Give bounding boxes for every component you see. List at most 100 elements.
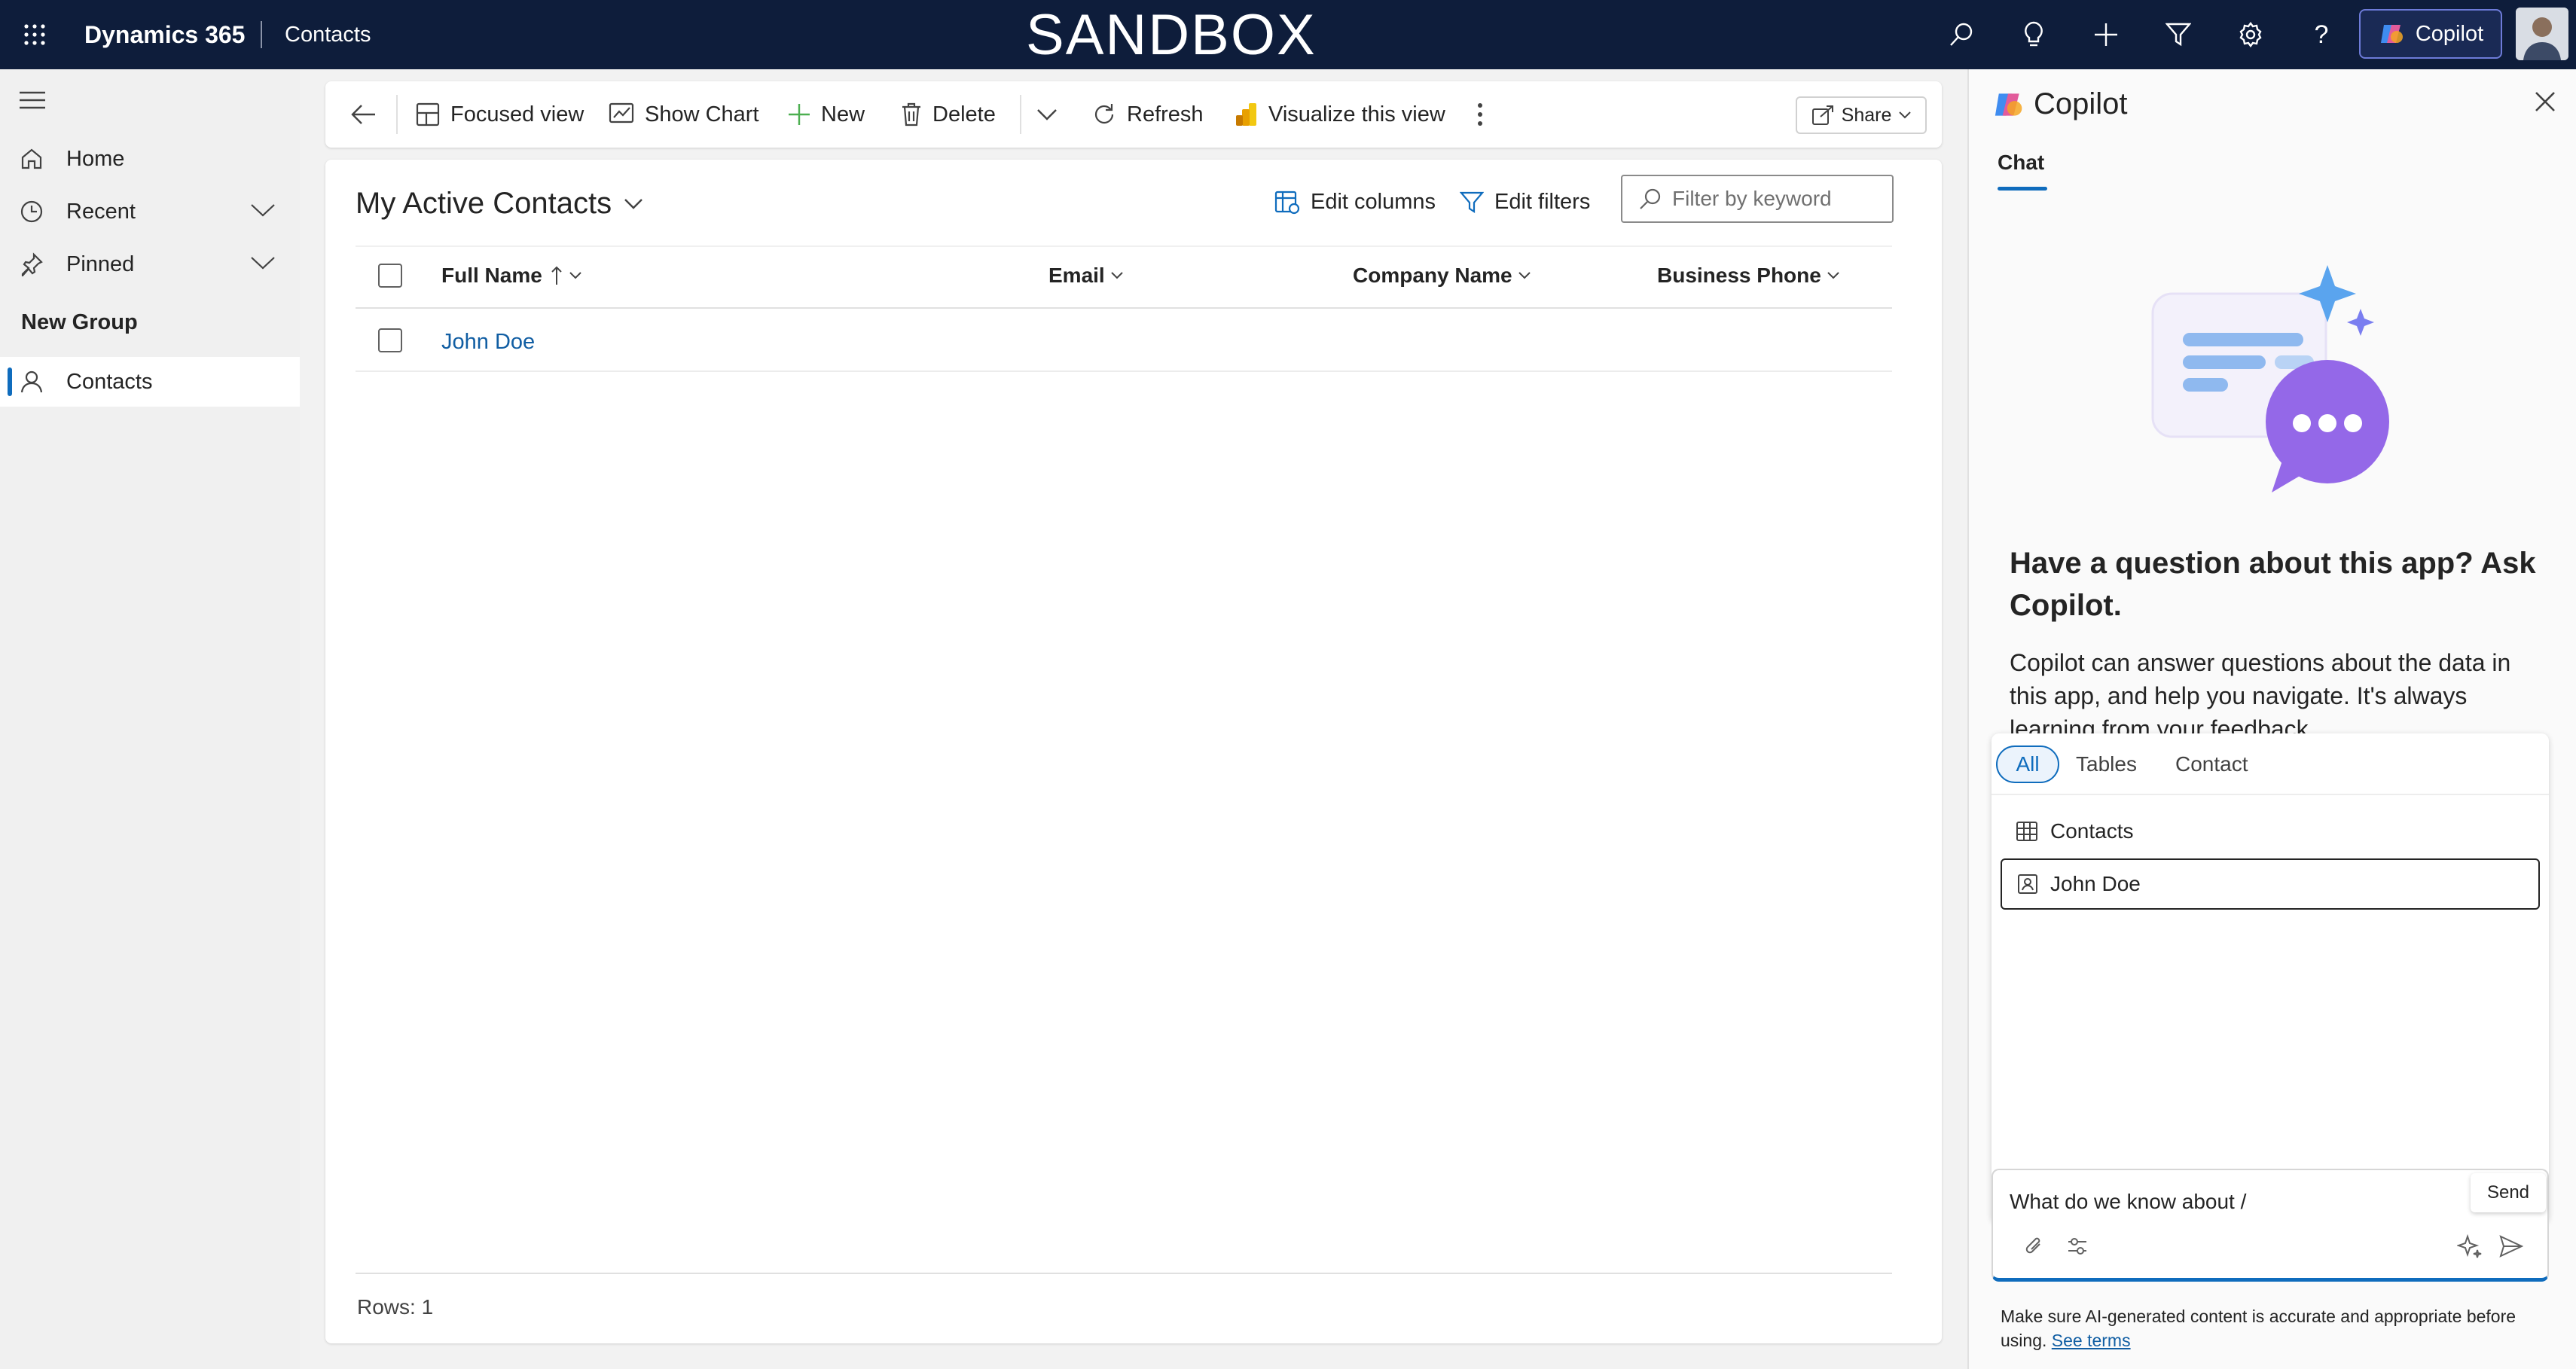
show-chart-button[interactable]: Show Chart bbox=[609, 98, 759, 131]
view-selector[interactable]: My Active Contacts bbox=[356, 187, 643, 221]
copilot-button[interactable]: Copilot bbox=[2359, 9, 2502, 59]
refresh-button[interactable]: Refresh bbox=[1092, 98, 1204, 131]
chevron-down-icon bbox=[624, 198, 642, 209]
chevron-down-icon[interactable] bbox=[250, 255, 276, 271]
home-icon bbox=[20, 147, 44, 171]
close-icon[interactable] bbox=[2534, 90, 2556, 113]
copilot-panel: Copilot Chat Have a question about this … bbox=[1967, 69, 2576, 1369]
copilot-header: Copilot bbox=[1992, 87, 2128, 121]
table-row[interactable]: John Doe bbox=[356, 309, 1892, 372]
column-header-business-phone[interactable]: Business Phone bbox=[1657, 264, 1839, 288]
table-icon bbox=[2016, 822, 2037, 841]
filter-tab-all[interactable]: All bbox=[1996, 745, 2059, 783]
environment-label: SANDBOX bbox=[1026, 2, 1317, 67]
focused-view-button[interactable]: Focused view bbox=[416, 98, 584, 131]
help-icon[interactable]: ? bbox=[2303, 17, 2339, 53]
hamburger-menu-icon[interactable] bbox=[20, 90, 45, 110]
app-launcher-icon[interactable] bbox=[17, 17, 53, 53]
suggestion-label: John Doe bbox=[2050, 872, 2141, 895]
add-icon bbox=[789, 104, 810, 125]
chevron-down-icon bbox=[569, 272, 581, 279]
chevron-down-icon bbox=[1899, 111, 1912, 119]
sidebar-item-pinned[interactable]: Pinned bbox=[0, 239, 300, 289]
contact-card-icon bbox=[2018, 874, 2037, 894]
new-label: New bbox=[821, 102, 865, 127]
selection-indicator bbox=[8, 367, 12, 396]
filter-tab-tables[interactable]: Tables bbox=[2076, 745, 2137, 783]
tab-indicator bbox=[1998, 187, 2047, 191]
delete-button[interactable]: Delete bbox=[901, 98, 996, 131]
more-options-icon[interactable] bbox=[1476, 98, 1494, 131]
back-button[interactable] bbox=[351, 98, 387, 131]
copilot-chat-input[interactable]: What do we know about / bbox=[2010, 1190, 2246, 1214]
copilot-input-box[interactable]: What do we know about / bbox=[1992, 1169, 2549, 1282]
sidebar: Home Recent Pinned New Group Contacts bbox=[0, 69, 300, 1369]
avatar[interactable] bbox=[2516, 8, 2568, 60]
area-name[interactable]: Contacts bbox=[285, 0, 371, 69]
edit-columns-label: Edit columns bbox=[1311, 190, 1436, 214]
app-brand[interactable]: Dynamics 365 bbox=[84, 0, 245, 69]
suggestion-item-john-doe[interactable]: John Doe bbox=[2001, 858, 2540, 910]
row-checkbox[interactable] bbox=[378, 328, 402, 352]
sort-ascending-icon bbox=[551, 266, 562, 285]
clock-icon bbox=[20, 200, 44, 224]
divider bbox=[1020, 95, 1021, 134]
show-chart-label: Show Chart bbox=[645, 102, 759, 127]
share-icon bbox=[1811, 105, 1833, 125]
chevron-down-icon bbox=[1518, 272, 1531, 279]
edit-filters-button[interactable]: Edit filters bbox=[1460, 190, 1590, 215]
tab-chat[interactable]: Chat bbox=[1998, 151, 2044, 175]
new-icon[interactable] bbox=[2088, 17, 2124, 53]
column-header-email[interactable]: Email bbox=[1048, 264, 1123, 288]
power-bi-icon bbox=[1236, 103, 1256, 126]
edit-columns-button[interactable]: Edit columns bbox=[1274, 190, 1436, 215]
copilot-heading: Have a question about this app? Ask Copi… bbox=[2010, 547, 2536, 622]
new-button[interactable]: New bbox=[788, 98, 865, 131]
full-name-link[interactable]: John Doe bbox=[441, 330, 535, 355]
search-icon[interactable] bbox=[1943, 17, 1979, 53]
see-terms-link[interactable]: See terms bbox=[2052, 1331, 2131, 1350]
copilot-disclaimer: Make sure AI-generated content is accura… bbox=[2001, 1304, 2550, 1352]
arrow-left-icon bbox=[351, 105, 375, 124]
copilot-logo-icon bbox=[2380, 25, 2403, 43]
visualize-view-button[interactable]: Visualize this view bbox=[1235, 98, 1445, 131]
copilot-button-label: Copilot bbox=[2415, 21, 2484, 46]
chevron-down-icon bbox=[1110, 272, 1123, 279]
filter-keyword-input[interactable]: Filter by keyword bbox=[1621, 175, 1894, 223]
attach-icon[interactable] bbox=[2025, 1235, 2044, 1258]
focused-view-label: Focused view bbox=[450, 102, 584, 127]
share-button[interactable]: Share bbox=[1796, 96, 1927, 134]
column-header-label: Business Phone bbox=[1657, 264, 1821, 287]
suggestion-item-contacts[interactable]: Contacts bbox=[2001, 809, 2540, 854]
more-commands-dropdown[interactable] bbox=[1036, 98, 1068, 131]
column-header-full-name[interactable]: Full Name bbox=[441, 264, 581, 288]
chevron-down-icon[interactable] bbox=[250, 202, 276, 218]
divider bbox=[356, 1273, 1892, 1274]
focused-view-icon bbox=[416, 102, 440, 127]
trash-icon bbox=[902, 102, 920, 127]
divider bbox=[396, 95, 398, 134]
column-header-company-name[interactable]: Company Name bbox=[1353, 264, 1531, 288]
select-all-checkbox[interactable] bbox=[378, 264, 402, 288]
lightbulb-icon[interactable] bbox=[2016, 17, 2052, 53]
sidebar-item-label: Contacts bbox=[66, 369, 153, 394]
view-title: My Active Contacts bbox=[356, 187, 612, 220]
sparkle-prompt-icon[interactable] bbox=[2457, 1233, 2483, 1259]
filter-icon[interactable] bbox=[2160, 17, 2196, 53]
settings-sliders-icon[interactable] bbox=[2067, 1236, 2088, 1256]
pin-icon bbox=[20, 252, 44, 276]
edit-columns-icon bbox=[1274, 191, 1300, 214]
gear-icon[interactable] bbox=[2233, 17, 2269, 53]
search-icon bbox=[1640, 188, 1661, 209]
sidebar-item-recent[interactable]: Recent bbox=[0, 187, 300, 236]
column-header-label: Company Name bbox=[1353, 264, 1512, 287]
refresh-icon bbox=[1094, 104, 1114, 124]
sidebar-item-contacts[interactable]: Contacts bbox=[0, 357, 300, 407]
row-count: Rows: 1 bbox=[357, 1295, 434, 1319]
filter-tab-contact[interactable]: Contact bbox=[2175, 745, 2248, 783]
edit-filters-label: Edit filters bbox=[1494, 190, 1591, 214]
sidebar-item-home[interactable]: Home bbox=[0, 134, 300, 184]
filter-keyword-placeholder: Filter by keyword bbox=[1672, 187, 1832, 210]
command-bar: Focused view Show Chart New Delete Refre… bbox=[325, 81, 1942, 148]
send-icon[interactable] bbox=[2499, 1235, 2523, 1258]
